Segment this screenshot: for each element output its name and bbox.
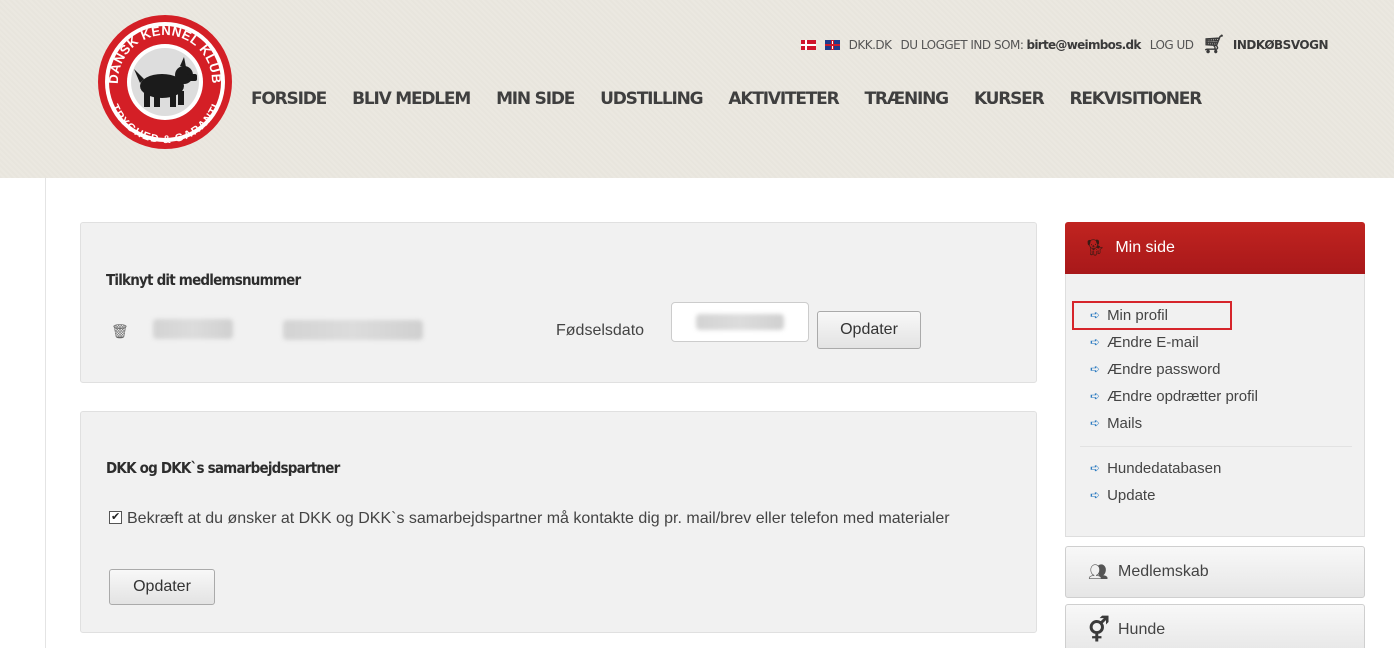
member-name-redacted	[283, 320, 423, 340]
sidebar-item-aendre-email[interactable]: ➪ Ændre E-mail	[1090, 329, 1258, 356]
arrow-right-icon: ➪	[1090, 488, 1101, 502]
members-icon: 👥︎	[1088, 564, 1109, 581]
nav-traening[interactable]: TRÆNING	[864, 89, 949, 109]
consent-row: Bekræft at du ønsker at DKK og DKK`s sam…	[109, 502, 1029, 535]
user-email: birte@weimbos.dk	[1026, 37, 1141, 52]
consent-panel-title: DKK og DKK`s samarbejdspartner	[106, 459, 340, 477]
uk-flag-icon[interactable]	[824, 39, 840, 50]
nav-bliv-medlem[interactable]: BLIV MEDLEM	[352, 89, 471, 109]
shopping-cart-icon: 🛒︎	[1202, 34, 1226, 55]
medlemskab-label: Medlemskab	[1118, 563, 1209, 580]
sidebar-item-label: Mails	[1107, 415, 1143, 432]
sidebar-tools-links: ➪ Hundedatabasen ➪ Update	[1090, 455, 1221, 509]
sidebar-medlemskab-button[interactable]: 👥︎ Medlemskab	[1065, 546, 1365, 598]
member-number-redacted	[153, 319, 233, 339]
arrow-right-icon: ➪	[1090, 335, 1101, 349]
logged-in-label: DU LOGGET IND SOM:	[900, 37, 1024, 52]
member-panel-title: Tilknyt dit medlemsnummer	[106, 271, 301, 289]
danish-flag-icon[interactable]	[800, 39, 816, 50]
trash-icon[interactable]: 🗑︎	[111, 323, 129, 340]
arrow-right-icon: ➪	[1090, 389, 1101, 403]
update-consent-button[interactable]: Opdater	[109, 569, 215, 605]
top-utility-bar: DKK.DK DU LOGGET IND SOM: birte@weimbos.…	[792, 34, 1329, 55]
site-header: DANSK KENNEL KLUB TRYGHED & GARANTI DKK.…	[0, 0, 1394, 178]
arrow-right-icon: ➪	[1090, 362, 1101, 376]
dob-input[interactable]	[671, 302, 809, 342]
main-nav: FORSIDE BLIV MEDLEM MIN SIDE UDSTILLING …	[251, 89, 1227, 109]
nav-udstilling[interactable]: UDSTILLING	[600, 89, 703, 109]
sidebar-item-label: Update	[1107, 487, 1156, 504]
sidebar-min-side-header[interactable]: 🐕︎ Min side	[1065, 222, 1365, 274]
sidebar-item-label: Ændre password	[1107, 361, 1221, 378]
sidebar-item-label: Ændre E-mail	[1107, 334, 1199, 351]
arrow-right-icon: ➪	[1090, 461, 1101, 475]
sidebar-item-update[interactable]: ➪ Update	[1090, 482, 1221, 509]
arrow-right-icon: ➪	[1090, 416, 1101, 430]
sidebar-item-label: Ændre opdrætter profil	[1107, 388, 1258, 405]
dkk-logo[interactable]: DANSK KENNEL KLUB TRYGHED & GARANTI	[96, 13, 234, 151]
sidebar-hunde-button[interactable]: ⚥ Hunde	[1065, 604, 1365, 648]
logout-link[interactable]: LOG UD	[1150, 38, 1194, 52]
hunde-label: Hunde	[1118, 621, 1166, 638]
sidebar-item-aendre-password[interactable]: ➪ Ændre password	[1090, 356, 1258, 383]
sidebar-item-mails[interactable]: ➪ Mails	[1090, 410, 1258, 437]
member-number-panel: Tilknyt dit medlemsnummer 🗑︎ Fødselsdato…	[80, 222, 1037, 383]
nav-min-side[interactable]: MIN SIDE	[496, 89, 575, 109]
nav-kurser[interactable]: KURSER	[974, 89, 1045, 109]
content-left-border	[45, 178, 46, 648]
nav-forside[interactable]: FORSIDE	[251, 89, 327, 109]
consent-checkbox[interactable]	[109, 508, 122, 526]
cart-label: INDKØBSVOGN	[1232, 37, 1329, 52]
nav-rekvisitioner[interactable]: REKVISITIONER	[1069, 89, 1202, 109]
dkk-site-link[interactable]: DKK.DK	[849, 38, 892, 52]
sidebar-item-hundedatabasen[interactable]: ➪ Hundedatabasen	[1090, 455, 1221, 482]
sidebar-header-label: Min side	[1115, 239, 1175, 256]
min-profil-highlight-box	[1072, 301, 1232, 330]
update-member-button[interactable]: Opdater	[817, 311, 921, 349]
sidebar-divider	[1080, 446, 1352, 447]
nav-aktiviteter[interactable]: AKTIVITETER	[728, 89, 839, 109]
consent-text: Bekræft at du ønsker at DKK og DKK`s sam…	[127, 510, 950, 527]
consent-panel: DKK og DKK`s samarbejdspartner Bekræft a…	[80, 411, 1037, 633]
cart-link[interactable]: 🛒︎ INDKØBSVOGN	[1202, 34, 1329, 55]
sidebar-item-label: Hundedatabasen	[1107, 460, 1222, 477]
dog-icon: 🐕︎	[1085, 240, 1106, 257]
gender-icon: ⚥	[1088, 616, 1110, 644]
dob-value-redacted	[696, 314, 784, 330]
dob-label: Fødselsdato	[556, 322, 645, 339]
sidebar-item-aendre-opdraetter-profil[interactable]: ➪ Ændre opdrætter profil	[1090, 383, 1258, 410]
